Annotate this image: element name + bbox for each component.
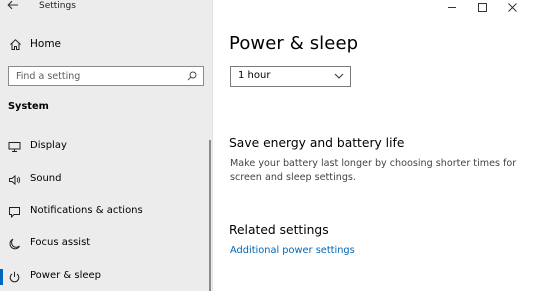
sidebar-item-label: Display: [30, 140, 67, 151]
back-button[interactable]: [7, 0, 21, 14]
chevron-down-icon: [334, 73, 344, 79]
sleep-timeout-dropdown[interactable]: 1 hour: [230, 66, 351, 87]
nav-home-label: Home: [30, 38, 62, 50]
close-button[interactable]: [497, 0, 527, 14]
app-title: Settings: [39, 1, 76, 11]
sidebar-item-focus-assist[interactable]: Focus assist: [0, 232, 212, 256]
title-bar: Settings: [0, 0, 213, 16]
section-heading: System: [8, 101, 49, 112]
monitor-icon: [8, 142, 21, 152]
notification-icon: [9, 207, 20, 218]
back-arrow-icon: [7, 0, 18, 10]
nav-scrollbar[interactable]: [209, 140, 211, 291]
speaker-icon: [9, 174, 21, 186]
additional-power-settings-link[interactable]: Additional power settings: [230, 245, 355, 256]
home-icon: [10, 39, 21, 50]
close-icon: [508, 3, 517, 12]
sidebar-item-display[interactable]: Display: [0, 135, 212, 159]
sidebar-item-label: Sound: [30, 173, 62, 184]
settings-window: Settings Home System Display: [0, 0, 533, 291]
nav-home[interactable]: Home: [0, 36, 212, 54]
sidebar-item-label: Notifications & actions: [30, 205, 143, 216]
maximize-button[interactable]: [467, 0, 497, 14]
sidebar-item-label: Focus assist: [30, 237, 91, 248]
sidebar-item-sound[interactable]: Sound: [0, 168, 212, 192]
save-energy-heading: Save energy and battery life: [229, 136, 405, 150]
sidebar-item-label: Power & sleep: [30, 270, 102, 281]
search-icon[interactable]: [187, 71, 197, 81]
dropdown-value: 1 hour: [238, 70, 271, 81]
window-controls: [413, 0, 533, 16]
clipped-label: [230, 59, 415, 62]
search-box[interactable]: [8, 66, 204, 86]
moon-icon: [9, 238, 20, 250]
navigation-pane: Settings Home System Display: [0, 0, 213, 291]
maximize-icon: [478, 3, 487, 12]
power-icon: [9, 271, 20, 283]
search-input[interactable]: [9, 67, 179, 85]
minimize-button[interactable]: [437, 0, 467, 14]
minimize-icon: [448, 7, 456, 8]
related-settings-heading: Related settings: [229, 223, 329, 237]
selection-indicator: [0, 269, 3, 285]
save-energy-text: Make your battery last longer by choosin…: [230, 158, 517, 183]
sidebar-item-power-sleep[interactable]: Power & sleep: [0, 265, 212, 289]
sidebar-item-notifications[interactable]: Notifications & actions: [0, 200, 212, 224]
page-title: Power & sleep: [229, 33, 359, 54]
